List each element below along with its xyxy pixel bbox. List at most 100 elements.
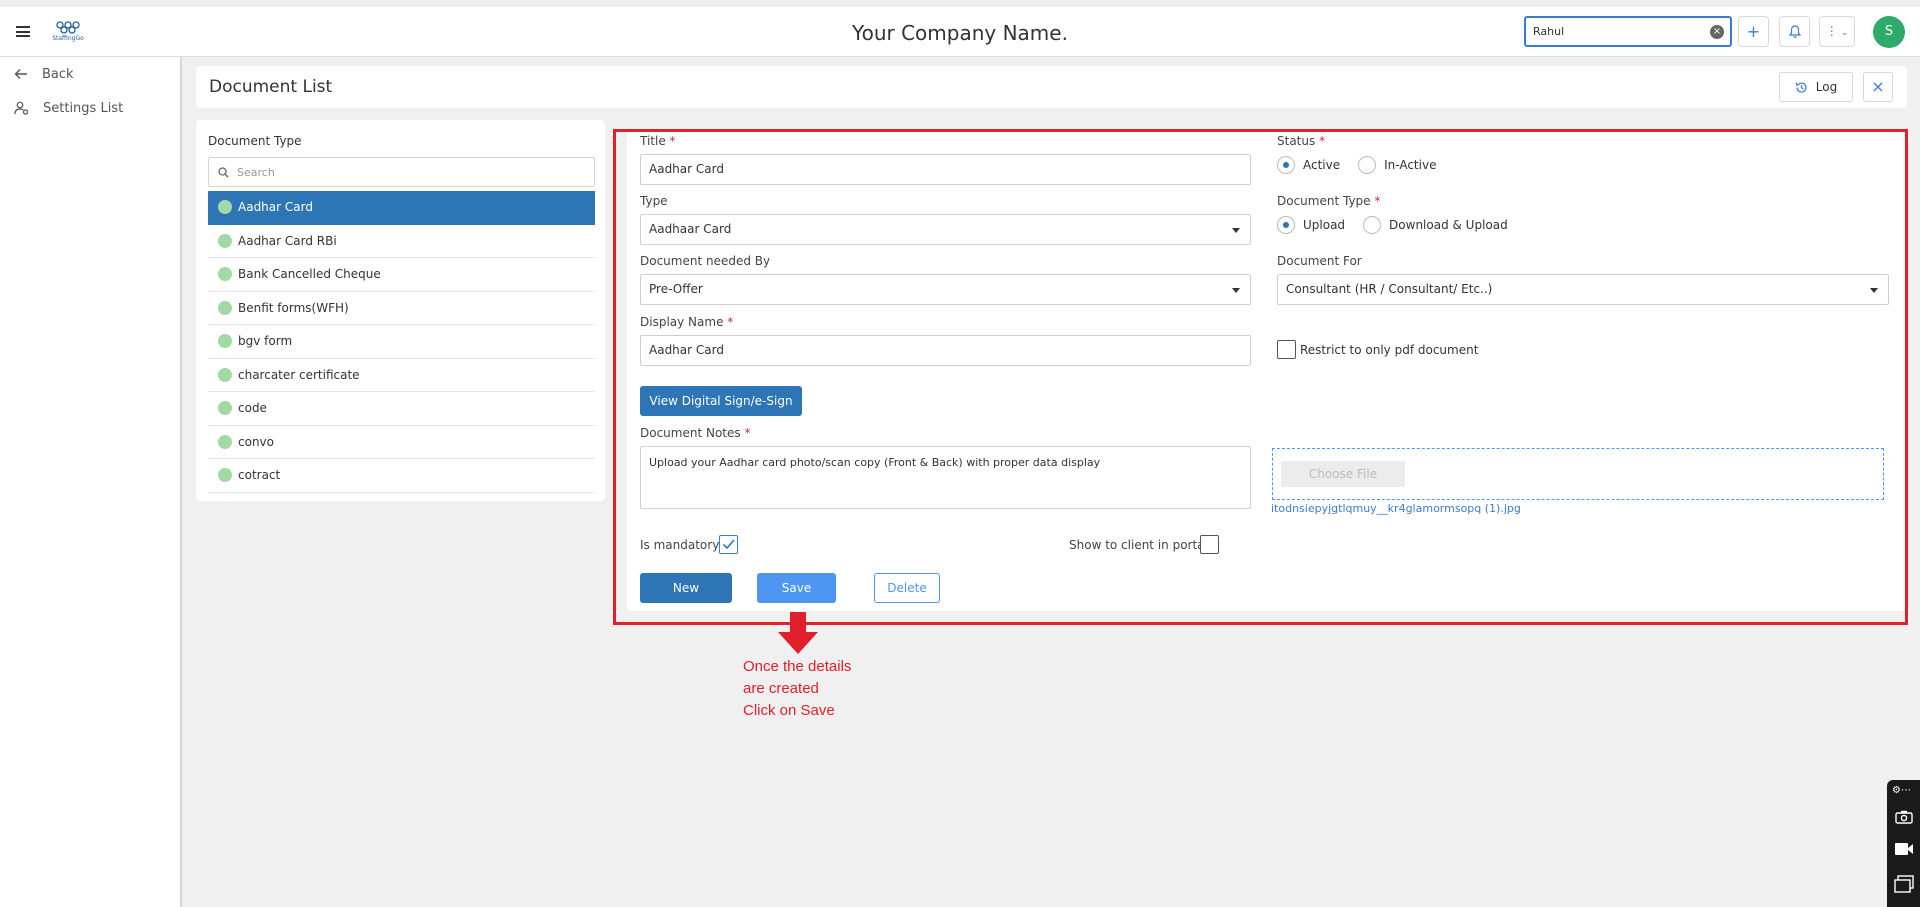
needed-by-select[interactable]: Pre-Offer — [640, 274, 1251, 305]
video-icon[interactable] — [1894, 842, 1914, 856]
more-menu-button[interactable]: ⋮ ⌄ — [1819, 16, 1855, 47]
title-label: Title * — [640, 134, 676, 148]
document-type-item-label: convo — [238, 434, 274, 449]
status-radio-group: Active In-Active — [1277, 156, 1436, 174]
view-digital-sign-button[interactable]: View Digital Sign/e-Sign — [640, 386, 802, 416]
top-bar: StaffingGo Your Company Name. × + ⋮⌄ S — [0, 0, 1920, 57]
status-inactive-radio[interactable] — [1358, 156, 1377, 174]
download-upload-radio[interactable] — [1363, 216, 1382, 234]
document-notes-label-text: Document Notes — [640, 426, 741, 440]
document-form-card — [627, 129, 1906, 611]
required-mark: * — [1319, 134, 1326, 148]
status-active-radio[interactable] — [1277, 156, 1295, 174]
global-search[interactable]: × — [1524, 16, 1732, 47]
document-type-label: Document Type * — [1277, 194, 1380, 208]
status-active-label: Active — [1303, 158, 1341, 172]
user-settings-icon — [14, 101, 29, 115]
delete-button[interactable]: Delete — [874, 573, 940, 603]
document-type-item[interactable]: cotract — [208, 459, 595, 493]
status-dot-icon — [218, 401, 232, 416]
document-for-label: Document For — [1277, 254, 1362, 268]
title-field[interactable]: Aadhar Card — [640, 154, 1251, 185]
required-mark: * — [669, 134, 676, 148]
required-mark: * — [727, 315, 734, 329]
notifications-button[interactable] — [1779, 16, 1810, 47]
document-type-item[interactable]: bgv form — [208, 325, 595, 359]
download-upload-label: Download & Upload — [1389, 218, 1508, 232]
document-type-search-input[interactable] — [237, 162, 587, 182]
type-select[interactable]: Aadhaar Card — [640, 214, 1251, 245]
chevron-down-icon: ⌄ — [1840, 28, 1849, 38]
close-icon: × — [1871, 77, 1885, 96]
document-type-list: Aadhar Card Aadhar Card RBi Bank Cancell… — [208, 191, 595, 493]
document-for-select[interactable]: Consultant (HR / Consultant/ Etc..) — [1277, 274, 1889, 305]
document-type-item[interactable]: convo — [208, 426, 595, 459]
document-type-item[interactable]: Benfit forms(WFH) — [208, 292, 595, 325]
status-dot-icon — [218, 367, 232, 382]
window-capture-icon[interactable] — [1894, 875, 1914, 893]
status-dot-icon — [218, 233, 232, 248]
document-type-item[interactable]: Aadhar Card — [208, 191, 595, 225]
log-button[interactable]: Log — [1779, 72, 1853, 102]
document-type-item[interactable]: code — [208, 392, 595, 426]
is-mandatory-checkbox[interactable] — [719, 535, 738, 554]
arrow-left-icon — [14, 69, 27, 79]
document-type-search[interactable] — [208, 157, 595, 187]
arrow-down-icon — [778, 612, 818, 654]
type-label: Type — [640, 194, 668, 208]
document-type-radio-group: Upload Download & Upload — [1277, 216, 1508, 234]
save-button[interactable]: Save — [757, 573, 836, 603]
more-vertical-icon: ⋮ — [1825, 24, 1838, 38]
document-type-item[interactable]: Aadhar Card RBi — [208, 225, 595, 258]
nav-settings-list[interactable]: Settings List — [14, 98, 123, 118]
uploaded-file-link[interactable]: itodnsiepyjgtlqmuy__kr4glamormsopq (1).j… — [1271, 502, 1521, 515]
restrict-pdf-label: Restrict to only pdf document — [1300, 343, 1479, 357]
status-dot-icon — [218, 468, 232, 483]
choose-file-button[interactable]: Choose File — [1281, 461, 1405, 487]
new-button[interactable]: New — [640, 573, 732, 603]
nav-back-label: Back — [42, 66, 74, 82]
file-drop-zone[interactable]: Choose File — [1272, 448, 1884, 500]
annotation-line: Once the details — [743, 658, 852, 675]
avatar[interactable]: S — [1873, 16, 1905, 48]
close-button[interactable]: × — [1863, 72, 1893, 102]
settings-icon[interactable]: ⚙⋯ — [1892, 785, 1911, 796]
document-notes-textarea[interactable]: Upload your Aadhar card photo/scan copy … — [640, 446, 1251, 509]
document-type-item-label: code — [238, 401, 267, 416]
display-name-label-text: Display Name — [640, 315, 724, 329]
document-type-item[interactable]: charcater certificate — [208, 359, 595, 392]
needed-by-label: Document needed By — [640, 254, 771, 268]
screen-capture-toolbar: ⚙⋯ — [1887, 780, 1920, 907]
restrict-pdf-checkbox[interactable] — [1277, 340, 1296, 359]
document-type-title: Document Type — [208, 134, 302, 148]
check-icon — [722, 539, 735, 550]
document-type-item-label: Aadhar Card — [238, 200, 313, 215]
annotation-line: Click on Save — [743, 702, 835, 719]
nav-back[interactable]: Back — [14, 64, 74, 84]
plus-icon: + — [1746, 22, 1761, 41]
log-button-label: Log — [1815, 80, 1838, 94]
status-dot-icon — [218, 300, 232, 315]
display-name-field[interactable]: Aadhar Card — [640, 335, 1251, 366]
required-mark: * — [744, 426, 751, 440]
camera-icon[interactable] — [1895, 810, 1913, 824]
status-dot-icon — [218, 434, 232, 449]
global-search-input[interactable] — [1526, 18, 1696, 45]
page-header: Document List Log × — [196, 66, 1907, 108]
document-type-panel: Document Type Aadhar Card Aadhar Card RB… — [196, 120, 605, 501]
status-dot-icon — [218, 200, 232, 215]
document-type-item[interactable]: Bank Cancelled Cheque — [208, 258, 595, 292]
show-client-checkbox[interactable] — [1200, 535, 1219, 554]
document-notes-label: Document Notes * — [640, 426, 750, 440]
instruction-annotation: Once the details are created Click on Sa… — [743, 656, 943, 722]
add-button[interactable]: + — [1738, 16, 1769, 47]
document-type-item-label: Benfit forms(WFH) — [238, 300, 349, 315]
document-type-label-text: Document Type — [1277, 194, 1371, 208]
status-dot-icon — [218, 334, 232, 349]
document-type-item-label: charcater certificate — [238, 367, 360, 382]
upload-radio[interactable] — [1277, 216, 1295, 234]
document-type-item-label: Aadhar Card RBi — [238, 233, 337, 248]
document-type-item-label: bgv form — [238, 334, 293, 349]
display-name-label: Display Name * — [640, 315, 733, 329]
clear-search-icon[interactable]: × — [1710, 25, 1724, 39]
